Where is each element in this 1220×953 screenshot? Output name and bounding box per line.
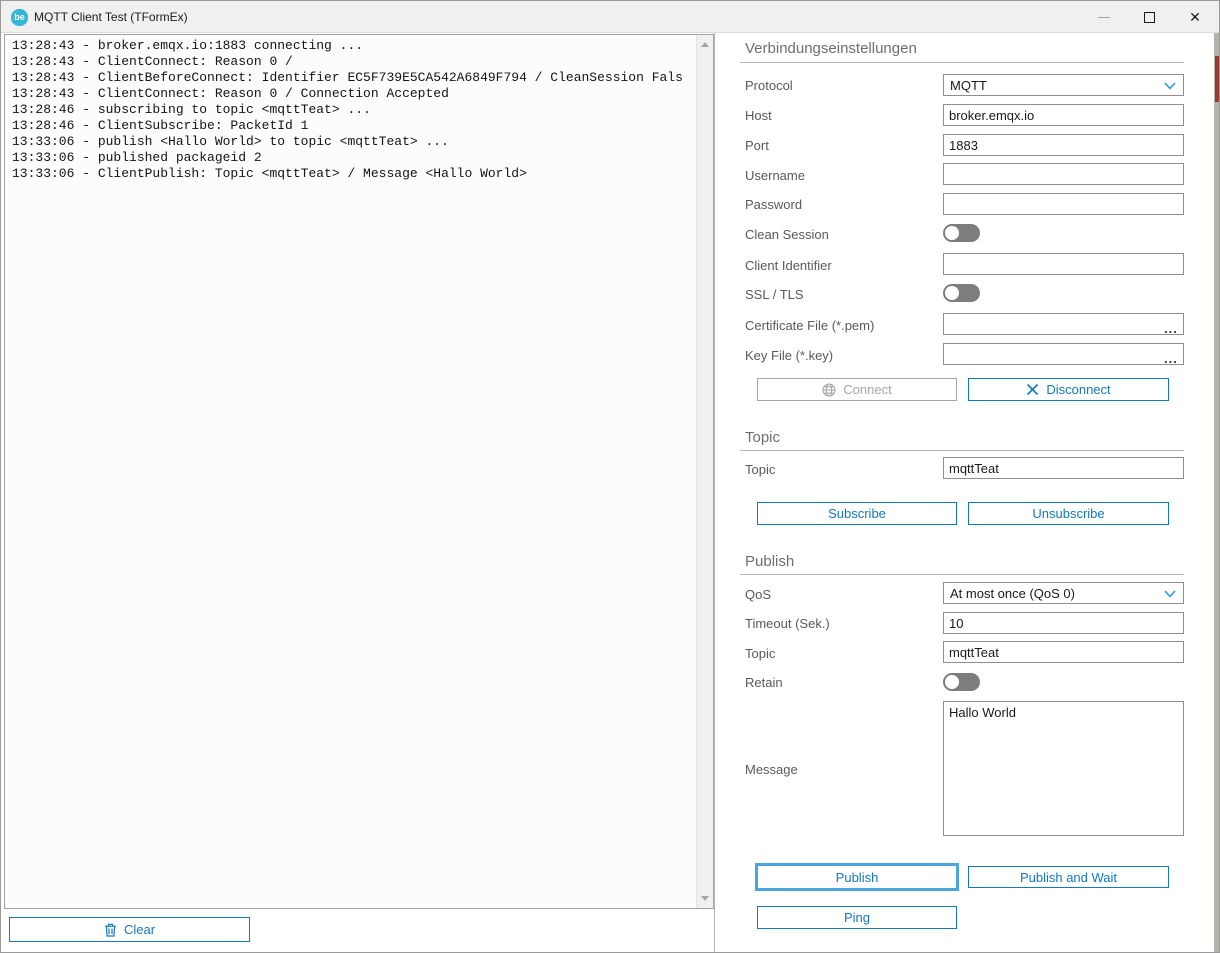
log-line: 13:33:06 - publish <Hallo World> to topi… — [12, 134, 696, 150]
ssl-tls-toggle[interactable] — [943, 284, 980, 302]
toggle-knob — [945, 226, 959, 240]
certificate-file-label: Certificate File (*.pem) — [745, 318, 874, 333]
key-file-browse-button[interactable]: ... — [1164, 354, 1178, 364]
protocol-select[interactable]: MQTT — [943, 74, 1184, 96]
publish-topic-input[interactable] — [943, 641, 1184, 663]
maximize-icon — [1144, 12, 1155, 23]
log-text: 13:28:43 - broker.emqx.io:1883 connectin… — [5, 35, 696, 908]
close-button[interactable]: ✕ — [1175, 1, 1215, 33]
ping-button-label: Ping — [844, 910, 870, 925]
close-icon: ✕ — [1189, 10, 1201, 24]
qos-select[interactable]: At most once (QoS 0) — [943, 582, 1184, 604]
username-input[interactable] — [943, 163, 1184, 185]
connect-button[interactable]: Connect — [757, 378, 957, 401]
panel-scrollbar-thumb[interactable] — [1215, 56, 1219, 102]
section-divider — [740, 574, 1184, 575]
key-file-label: Key File (*.key) — [745, 348, 833, 363]
port-input[interactable] — [943, 134, 1184, 156]
trash-icon — [104, 923, 117, 937]
timeout-input[interactable] — [943, 612, 1184, 634]
log-line: 13:28:46 - ClientSubscribe: PacketId 1 — [12, 118, 696, 134]
topic-section-title: Topic — [745, 429, 780, 446]
protocol-label: Protocol — [745, 78, 793, 93]
message-textarea[interactable]: Hallo World — [943, 701, 1184, 836]
host-input[interactable] — [943, 104, 1184, 126]
log-scrollbar[interactable] — [696, 35, 713, 908]
publish-section-title: Publish — [745, 553, 794, 570]
publish-and-wait-button[interactable]: Publish and Wait — [968, 866, 1169, 888]
unsubscribe-button-label: Unsubscribe — [1032, 506, 1104, 521]
app-icon: be — [11, 9, 28, 26]
certificate-browse-button[interactable]: ... — [1164, 324, 1178, 334]
unsubscribe-button[interactable]: Unsubscribe — [968, 502, 1169, 525]
log-line: 13:28:43 - ClientConnect: Reason 0 / Con… — [12, 86, 696, 102]
qos-label: QoS — [745, 587, 771, 602]
host-label: Host — [745, 108, 772, 123]
minimize-button[interactable] — [1084, 1, 1124, 33]
clean-session-toggle[interactable] — [943, 224, 980, 242]
x-icon — [1026, 383, 1039, 396]
log-line: 13:28:43 - ClientBeforeConnect: Identifi… — [12, 70, 696, 86]
log-line: 13:28:43 - broker.emqx.io:1883 connectin… — [12, 38, 696, 54]
disconnect-button-label: Disconnect — [1046, 382, 1110, 397]
timeout-label: Timeout (Sek.) — [745, 616, 830, 631]
subscribe-button-label: Subscribe — [828, 506, 886, 521]
panel-scrollbar[interactable] — [1214, 33, 1220, 953]
client-identifier-input[interactable] — [943, 253, 1184, 275]
client-identifier-label: Client Identifier — [745, 258, 832, 273]
log-line: 13:33:06 - published packageid 2 — [12, 150, 696, 166]
ssl-tls-label: SSL / TLS — [745, 287, 804, 302]
connection-section-title: Verbindungseinstellungen — [745, 40, 917, 57]
topic-label: Topic — [745, 462, 775, 477]
log-memo[interactable]: 13:28:43 - broker.emqx.io:1883 connectin… — [4, 34, 714, 909]
section-divider — [740, 62, 1184, 63]
retain-toggle[interactable] — [943, 673, 980, 691]
chevron-down-icon — [1164, 82, 1176, 90]
username-label: Username — [745, 168, 805, 183]
connect-button-label: Connect — [843, 382, 891, 397]
clean-session-label: Clean Session — [745, 227, 829, 242]
clear-button-label: Clear — [124, 922, 155, 937]
scroll-up-icon[interactable] — [701, 42, 709, 47]
password-label: Password — [745, 197, 802, 212]
log-line: 13:33:06 - ClientPublish: Topic <mqttTea… — [12, 166, 696, 182]
toggle-knob — [945, 675, 959, 689]
certificate-file-input[interactable] — [943, 313, 1184, 335]
toggle-knob — [945, 286, 959, 300]
chevron-down-icon — [1164, 590, 1176, 598]
scroll-down-icon[interactable] — [701, 896, 709, 901]
app-window: be MQTT Client Test (TFormEx) ✕ 13:28:43… — [0, 0, 1220, 953]
topic-input[interactable] — [943, 457, 1184, 479]
title-bar: be MQTT Client Test (TFormEx) ✕ — [1, 1, 1219, 33]
section-divider — [740, 450, 1184, 451]
publish-button[interactable]: Publish — [755, 863, 959, 891]
qos-selected-value: At most once (QoS 0) — [950, 586, 1075, 601]
retain-label: Retain — [745, 675, 783, 690]
key-file-input[interactable] — [943, 343, 1184, 365]
password-input[interactable] — [943, 193, 1184, 215]
window-title: MQTT Client Test (TFormEx) — [34, 10, 188, 24]
publish-button-label: Publish — [836, 870, 879, 885]
subscribe-button[interactable]: Subscribe — [757, 502, 957, 525]
disconnect-button[interactable]: Disconnect — [968, 378, 1169, 401]
log-line: 13:28:46 - subscribing to topic <mqttTea… — [12, 102, 696, 118]
publish-topic-label: Topic — [745, 646, 775, 661]
log-line: 13:28:43 - ClientConnect: Reason 0 / — [12, 54, 696, 70]
protocol-selected-value: MQTT — [950, 78, 987, 93]
minimize-icon — [1098, 17, 1110, 18]
maximize-button[interactable] — [1129, 1, 1169, 33]
port-label: Port — [745, 138, 769, 153]
globe-icon — [822, 383, 836, 397]
clear-button[interactable]: Clear — [9, 917, 250, 942]
message-label: Message — [745, 762, 798, 777]
ping-button[interactable]: Ping — [757, 906, 957, 929]
publish-and-wait-button-label: Publish and Wait — [1020, 870, 1117, 885]
